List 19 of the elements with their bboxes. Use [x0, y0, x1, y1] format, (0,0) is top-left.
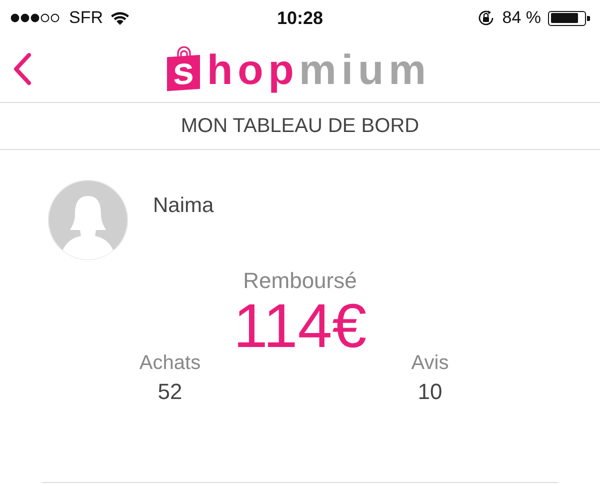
- refund-label: Remboursé: [243, 268, 357, 294]
- signal-icon: [10, 13, 62, 23]
- logo-text: mium: [298, 48, 431, 92]
- shopping-bag-logo: s: [167, 46, 201, 92]
- carrier-name: SFR: [69, 8, 103, 28]
- avatar-icon: [48, 180, 128, 260]
- refund-amount: 114€: [233, 294, 367, 360]
- clock-time: 10:28: [276, 8, 324, 28]
- stat-label: Achats: [139, 352, 201, 375]
- wifi-icon: [110, 10, 130, 26]
- rotation-lock-icon: [477, 9, 496, 27]
- battery-percent: 84 %: [502, 8, 541, 28]
- stat-value: 10: [418, 379, 442, 405]
- back-icon[interactable]: [12, 52, 32, 86]
- user-name: Naima: [153, 194, 214, 218]
- stat-value: 52: [158, 379, 182, 405]
- logo-text: hop: [207, 48, 299, 92]
- page-title: MON TABLEAU DE BORD: [180, 114, 420, 138]
- stat-label: Avis: [411, 352, 449, 375]
